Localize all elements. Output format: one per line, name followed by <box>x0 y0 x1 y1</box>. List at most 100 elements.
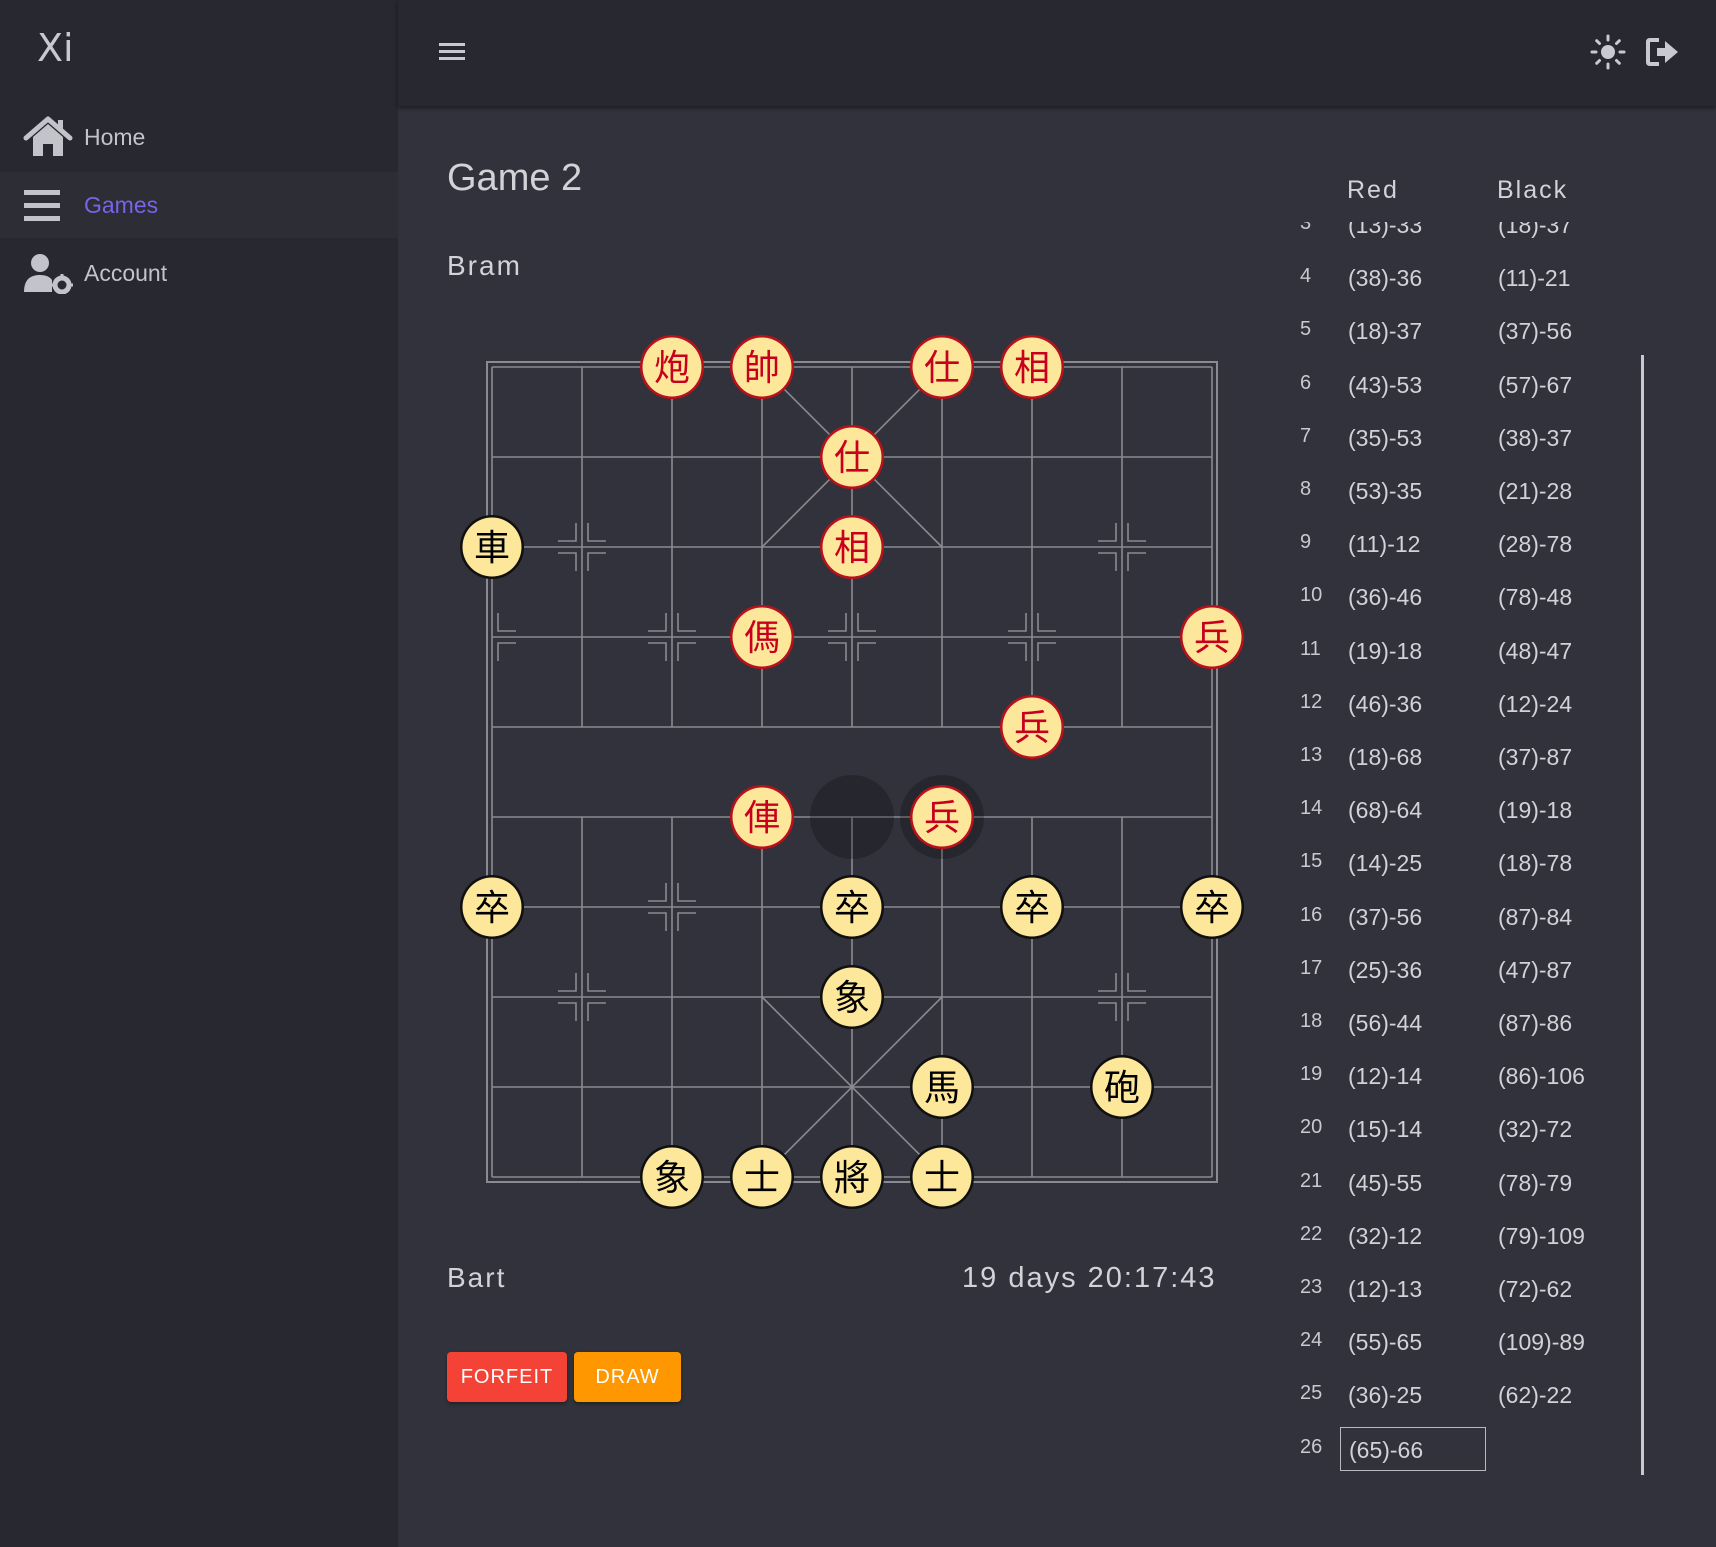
move-red[interactable]: (11)-12 <box>1340 522 1486 566</box>
piece-black[interactable]: 砲 <box>1090 1055 1154 1119</box>
piece-label: 仕 <box>834 438 870 479</box>
move-red[interactable]: (36)-46 <box>1340 575 1486 619</box>
move-black[interactable]: (28)-78 <box>1490 522 1608 566</box>
logout-icon[interactable] <box>1645 34 1681 70</box>
piece-red[interactable]: 炮 <box>640 335 704 399</box>
home-icon <box>23 116 73 156</box>
position-marker <box>1098 523 1117 542</box>
piece-red[interactable]: 仕 <box>910 335 974 399</box>
piece-black[interactable]: 車 <box>460 515 524 579</box>
move-black[interactable]: (48)-47 <box>1490 629 1608 673</box>
piece-red[interactable]: 兵 <box>1000 695 1064 759</box>
move-black[interactable]: (38)-37 <box>1490 416 1608 460</box>
move-red[interactable]: (65)-66 <box>1340 1426 1486 1471</box>
piece-red[interactable]: 兵 <box>910 785 974 849</box>
move-red[interactable]: (13)-33 <box>1340 222 1486 247</box>
piece-red[interactable]: 仕 <box>820 425 884 489</box>
forfeit-button[interactable]: FORFEIT <box>447 1352 567 1402</box>
move-red[interactable]: (45)-55 <box>1340 1161 1486 1205</box>
move-red[interactable]: (38)-36 <box>1340 256 1486 300</box>
piece-red[interactable]: 兵 <box>1180 605 1244 669</box>
move-red[interactable]: (14)-25 <box>1340 841 1486 885</box>
piece-black[interactable]: 象 <box>820 965 884 1029</box>
move-black[interactable]: (11)-21 <box>1490 256 1608 300</box>
piece-black[interactable]: 卒 <box>1000 875 1064 939</box>
piece-red[interactable]: 俥 <box>730 785 794 849</box>
move-black[interactable]: (21)-28 <box>1490 469 1608 513</box>
piece-black[interactable]: 士 <box>910 1145 974 1209</box>
move-red[interactable]: (12)-13 <box>1340 1267 1486 1311</box>
piece-black[interactable]: 卒 <box>460 875 524 939</box>
move-black[interactable]: (18)-37 <box>1490 222 1608 247</box>
move-red[interactable]: (32)-12 <box>1340 1214 1486 1258</box>
move-red[interactable]: (15)-14 <box>1340 1107 1486 1151</box>
move-row: 22 (32)-12 (79)-109 <box>1288 1209 1608 1262</box>
move-black[interactable] <box>1490 1427 1608 1471</box>
move-black[interactable]: (62)-22 <box>1490 1373 1608 1417</box>
move-black[interactable]: (19)-18 <box>1490 788 1608 832</box>
piece-red[interactable]: 傌 <box>730 605 794 669</box>
move-black[interactable]: (47)-87 <box>1490 948 1608 992</box>
move-red[interactable]: (55)-65 <box>1340 1320 1486 1364</box>
move-row: 20 (15)-14 (32)-72 <box>1288 1102 1608 1155</box>
move-row: 23 (12)-13 (72)-62 <box>1288 1262 1608 1315</box>
move-red[interactable]: (46)-36 <box>1340 682 1486 726</box>
piece-black[interactable]: 將 <box>820 1145 884 1209</box>
move-red[interactable]: (35)-53 <box>1340 416 1486 460</box>
sidebar-item-home[interactable]: Home <box>0 104 398 170</box>
sidebar-item-label: Games <box>84 192 159 218</box>
move-red[interactable]: (37)-56 <box>1340 895 1486 939</box>
move-red[interactable]: (25)-36 <box>1340 948 1486 992</box>
position-marker <box>1127 1002 1146 1021</box>
move-red[interactable]: (56)-44 <box>1340 1001 1486 1045</box>
move-red[interactable]: (18)-68 <box>1340 735 1486 779</box>
move-black[interactable]: (87)-84 <box>1490 895 1608 939</box>
move-row: 3 (13)-33 (18)-37 <box>1288 222 1608 251</box>
sidebar-item-games[interactable]: Games <box>0 172 398 238</box>
move-row: 24 (55)-65 (109)-89 <box>1288 1315 1608 1368</box>
move-black[interactable]: (87)-86 <box>1490 1001 1608 1045</box>
move-black[interactable]: (57)-67 <box>1490 363 1608 407</box>
move-black[interactable]: (78)-79 <box>1490 1161 1608 1205</box>
move-black[interactable]: (37)-87 <box>1490 735 1608 779</box>
move-black[interactable]: (79)-109 <box>1490 1214 1608 1258</box>
draw-button[interactable]: DRAW <box>574 1352 681 1402</box>
piece-black[interactable]: 馬 <box>910 1055 974 1119</box>
move-black[interactable]: (12)-24 <box>1490 682 1608 726</box>
move-red[interactable]: (19)-18 <box>1340 629 1486 673</box>
piece-red[interactable]: 帥 <box>730 335 794 399</box>
position-marker <box>558 552 577 571</box>
move-number: 6 <box>1300 371 1312 394</box>
piece-red[interactable]: 相 <box>1000 335 1064 399</box>
move-black[interactable]: (32)-72 <box>1490 1107 1608 1151</box>
move-number: 7 <box>1300 424 1312 447</box>
piece-black[interactable]: 象 <box>640 1145 704 1209</box>
sun-icon[interactable] <box>1590 34 1626 70</box>
move-black[interactable]: (37)-56 <box>1490 309 1608 353</box>
move-red[interactable]: (12)-14 <box>1340 1054 1486 1098</box>
piece-red[interactable]: 相 <box>820 515 884 579</box>
move-red[interactable]: (53)-35 <box>1340 469 1486 513</box>
move-list-scroll-area[interactable]: 3 (13)-33 (18)-37 4 (38)-36 (11)-21 5 (18)-37 (3… <box>1288 222 1608 1480</box>
move-red[interactable]: (43)-53 <box>1340 363 1486 407</box>
piece-black[interactable]: 士 <box>730 1145 794 1209</box>
hamburger-icon[interactable] <box>436 36 468 68</box>
move-red[interactable]: (36)-25 <box>1340 1373 1486 1417</box>
move-black[interactable]: (86)-106 <box>1490 1054 1608 1098</box>
move-red[interactable]: (68)-64 <box>1340 788 1486 832</box>
sidebar-item-account[interactable]: Account <box>0 240 398 306</box>
xiangqi-board[interactable]: 炮帥仕相仕相傌 兵兵俥 兵車卒卒卒卒象馬 砲象士將士 <box>420 310 1250 1240</box>
position-marker <box>1037 642 1056 661</box>
sidebar-item-label: Account <box>84 260 168 286</box>
move-black[interactable]: (78)-48 <box>1490 575 1608 619</box>
piece-black[interactable]: 卒 <box>1180 875 1244 939</box>
position-marker <box>587 523 606 542</box>
position-marker <box>558 1002 577 1021</box>
move-black[interactable]: (72)-62 <box>1490 1267 1608 1311</box>
move-list-scrollbar[interactable] <box>1641 355 1644 1475</box>
move-black[interactable]: (18)-78 <box>1490 841 1608 885</box>
move-row: 15 (14)-25 (18)-78 <box>1288 836 1608 889</box>
piece-black[interactable]: 卒 <box>820 875 884 939</box>
move-black[interactable]: (109)-89 <box>1490 1320 1608 1364</box>
move-red[interactable]: (18)-37 <box>1340 309 1486 353</box>
